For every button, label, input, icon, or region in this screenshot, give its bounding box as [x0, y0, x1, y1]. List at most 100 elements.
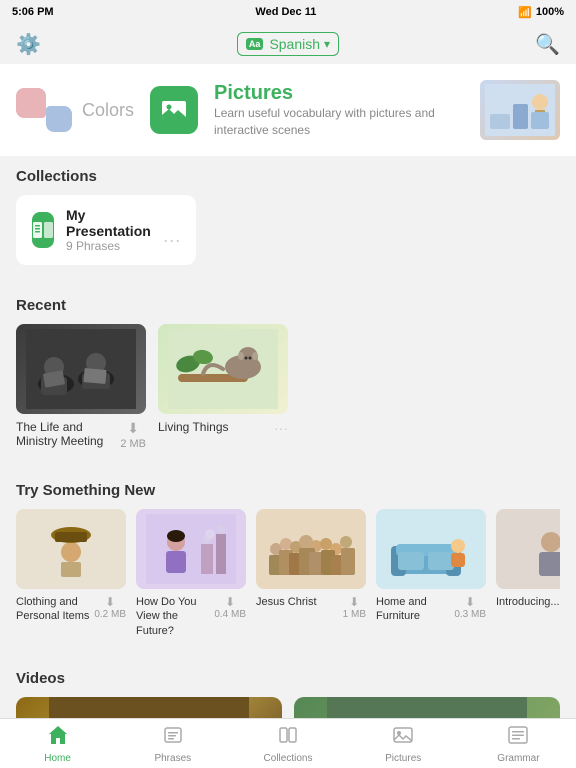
try-thumb-1 — [136, 509, 246, 589]
chevron-down-icon: ▾ — [324, 37, 330, 51]
recent-label-row-1: Living Things ··· — [158, 420, 288, 436]
tab-pictures[interactable]: Pictures — [346, 719, 461, 768]
try-label-row-4: Introducing... — [496, 595, 560, 609]
try-item-1[interactable]: How Do You View the Future? ⬇ 0.4 MB — [136, 509, 246, 638]
hero-banner: Colors Pictures Learn useful vocabulary … — [0, 64, 576, 156]
pictures-text: Pictures Learn useful vocabulary with pi… — [214, 82, 464, 139]
recent-more-1[interactable]: ··· — [274, 420, 288, 436]
collection-icon — [32, 212, 54, 248]
recent-thumb-1 — [158, 324, 288, 414]
home-icon — [47, 724, 69, 751]
download-icon-0[interactable]: ⬇ — [127, 420, 139, 437]
pictures-icon[interactable] — [150, 86, 198, 134]
wifi-icon: 📶 — [518, 6, 532, 19]
tab-grammar-label: Grammar — [497, 753, 539, 764]
status-date: Wed Dec 11 — [255, 6, 316, 18]
settings-icon[interactable]: ⚙️ — [16, 32, 41, 57]
try-label-row-3: Home and Furniture ⬇ 0.3 MB — [376, 595, 486, 624]
try-label-1: How Do You View the Future? — [136, 595, 214, 638]
collection-info: My Presentation 9 Phrases — [66, 207, 151, 253]
recent-thumb-0 — [16, 324, 146, 414]
try-scroll: Clothing and Personal Items ⬇ 0.2 MB — [16, 509, 560, 638]
try-download-0[interactable]: ⬇ — [105, 595, 115, 609]
status-time: 5:06 PM — [12, 6, 54, 18]
try-download-2[interactable]: ⬇ — [349, 595, 359, 609]
recent-section: Recent — [0, 285, 576, 462]
tab-collections-label: Collections — [264, 753, 313, 764]
collections-icon — [277, 724, 299, 751]
videos-list: ▶ Why Study the Bible?—Full Length ⬇ — [16, 697, 560, 720]
collection-name: My Presentation — [66, 207, 151, 239]
video-item-1[interactable]: ▶ What Happens at a Bible Study? ⬇ — [294, 697, 560, 720]
try-label-3: Home and Furniture — [376, 595, 454, 624]
try-label-2: Jesus Christ — [256, 595, 343, 609]
pictures-title: Pictures — [214, 82, 464, 105]
colors-puzzle-icon — [16, 88, 72, 132]
try-download-1[interactable]: ⬇ — [225, 595, 235, 609]
battery-icon: 100% — [536, 6, 564, 18]
pictures-tab-icon — [392, 724, 414, 751]
try-item-0[interactable]: Clothing and Personal Items ⬇ 0.2 MB — [16, 509, 126, 638]
tab-pictures-label: Pictures — [385, 753, 421, 764]
try-item-2[interactable]: Jesus Christ ⬇ 1 MB — [256, 509, 366, 638]
try-label-0: Clothing and Personal Items — [16, 595, 94, 624]
colors-section[interactable]: Colors — [16, 88, 134, 132]
try-size-0: 0.2 MB — [94, 609, 126, 620]
try-thumb-4 — [496, 509, 560, 589]
video-thumb-1: ▶ — [294, 697, 560, 720]
recent-label-row-0: The Life and Ministry Meeting ⬇ 2 MB — [16, 420, 146, 450]
puzzle-blue-icon — [46, 106, 72, 132]
language-badge: Aa — [246, 38, 264, 50]
recent-item-1[interactable]: Living Things ··· — [158, 324, 288, 450]
collection-more-button[interactable]: ··· — [163, 230, 181, 253]
try-title: Try Something New — [16, 482, 560, 499]
tab-grammar[interactable]: Grammar — [461, 719, 576, 768]
tab-bar: Home Phrases Collections — [0, 718, 576, 768]
collections-section: Collections My Presentation 9 Phrases ··… — [0, 156, 576, 277]
grammar-icon — [507, 724, 529, 751]
recent-title: Recent — [16, 297, 560, 314]
video-thumb-0: ▶ — [16, 697, 282, 720]
recent-label-1: Living Things — [158, 420, 274, 434]
colors-label: Colors — [82, 100, 134, 121]
collection-card[interactable]: My Presentation 9 Phrases ··· — [16, 195, 196, 265]
try-size-1: 0.4 MB — [214, 609, 246, 620]
try-size-3: 0.3 MB — [454, 609, 486, 620]
try-thumb-0 — [16, 509, 126, 589]
try-label-row-0: Clothing and Personal Items ⬇ 0.2 MB — [16, 595, 126, 624]
status-indicators: 📶 100% — [518, 6, 564, 19]
phrases-icon — [162, 724, 184, 751]
search-icon[interactable]: 🔍 — [535, 32, 560, 57]
try-label-4: Introducing... — [496, 595, 560, 609]
videos-title: Videos — [16, 670, 560, 687]
tab-collections[interactable]: Collections — [230, 719, 345, 768]
video-item-0[interactable]: ▶ Why Study the Bible?—Full Length ⬇ — [16, 697, 282, 720]
try-label-row-2: Jesus Christ ⬇ 1 MB — [256, 595, 366, 620]
try-item-3[interactable]: Home and Furniture ⬇ 0.3 MB — [376, 509, 486, 638]
try-section: Try Something New Clothing and Personal … — [0, 470, 576, 650]
puzzle-pink-icon — [16, 88, 46, 118]
recent-size-0: 2 MB — [120, 438, 146, 450]
pictures-desc: Learn useful vocabulary with pictures an… — [214, 105, 464, 139]
tab-phrases[interactable]: Phrases — [115, 719, 230, 768]
try-size-2: 1 MB — [343, 609, 366, 620]
collections-title: Collections — [16, 168, 560, 185]
main-content: Collections My Presentation 9 Phrases ··… — [0, 156, 576, 720]
recent-item-0[interactable]: The Life and Ministry Meeting ⬇ 2 MB — [16, 324, 146, 450]
language-selector[interactable]: Aa Spanish ▾ — [237, 32, 339, 56]
try-label-row-1: How Do You View the Future? ⬇ 0.4 MB — [136, 595, 246, 638]
collection-count: 9 Phrases — [66, 239, 151, 253]
tab-phrases-label: Phrases — [154, 753, 191, 764]
try-thumb-3 — [376, 509, 486, 589]
recent-label-0: The Life and Ministry Meeting — [16, 420, 120, 448]
language-label: Spanish — [269, 36, 320, 52]
nav-bar: ⚙️ Aa Spanish ▾ 🔍 — [0, 24, 576, 64]
tab-home-label: Home — [44, 753, 71, 764]
try-thumb-2 — [256, 509, 366, 589]
tab-home[interactable]: Home — [0, 719, 115, 768]
hero-thumbnail — [480, 80, 560, 140]
try-item-4[interactable]: Introducing... — [496, 509, 560, 638]
status-bar: 5:06 PM Wed Dec 11 📶 100% — [0, 0, 576, 24]
try-download-3[interactable]: ⬇ — [465, 595, 475, 609]
recent-scroll: The Life and Ministry Meeting ⬇ 2 MB — [16, 324, 560, 450]
